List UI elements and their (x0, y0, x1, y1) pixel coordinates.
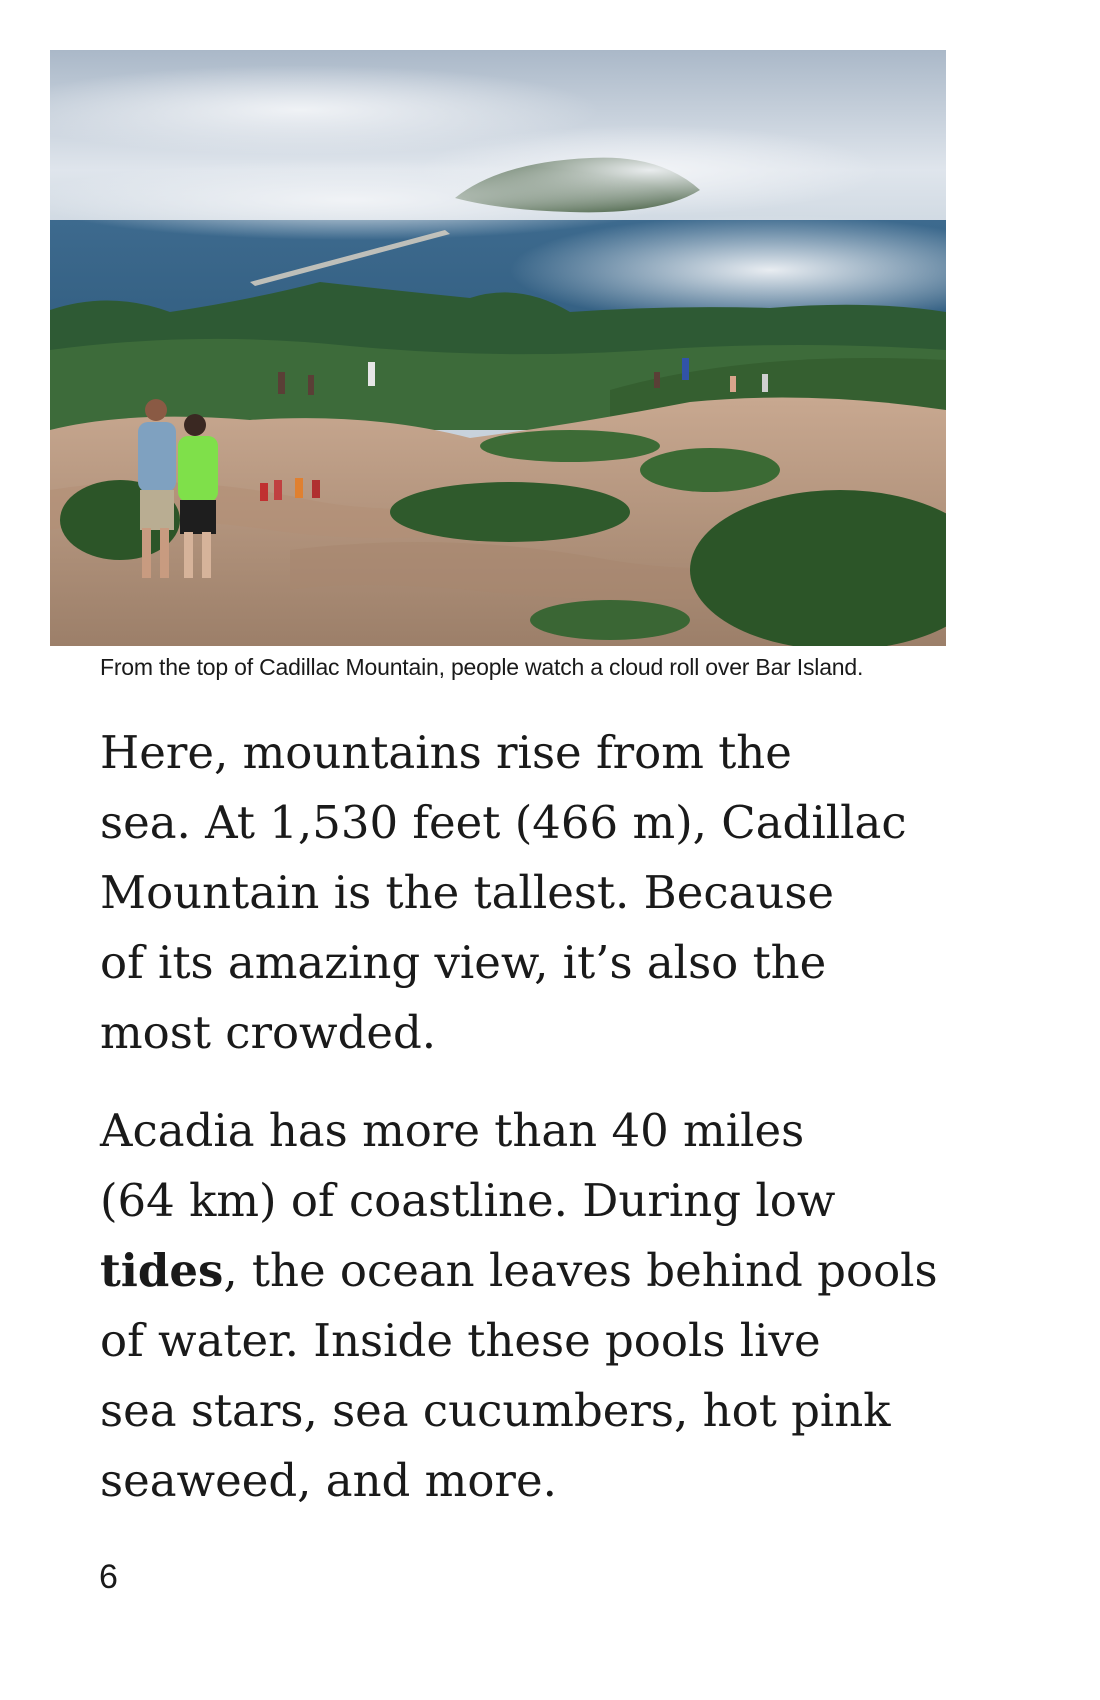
text-line: Here, mountains rise from the (100, 726, 792, 779)
text-line: of water. Inside these pools live (100, 1314, 821, 1367)
photo-caption: From the top of Cadillac Mountain, peopl… (100, 654, 864, 680)
paragraph-cadillac-mountain: Here, mountains rise from the sea. At 1,… (100, 718, 980, 1068)
text-fragment: , the ocean leaves behind pools (223, 1244, 938, 1297)
text-line: sea. At 1,530 feet (466 m), Cadillac (100, 796, 907, 849)
text-line: tides, the ocean leaves behind pools (100, 1236, 980, 1306)
text-line: Acadia has more than 40 miles (100, 1104, 805, 1157)
text-line: most crowded. (100, 1006, 437, 1059)
page-number: 6 (99, 1558, 118, 1596)
text-line: seaweed, and more. (100, 1454, 557, 1507)
text-line: sea stars, sea cucumbers, hot pink (100, 1384, 891, 1437)
text-line: Mountain is the tallest. Because (100, 866, 835, 919)
paragraph-coastline: Acadia has more than 40 miles (64 km) of… (100, 1096, 980, 1516)
text-line: of its amazing view, it’s also the (100, 936, 827, 989)
glossary-term-tides: tides (100, 1244, 224, 1297)
cadillac-mountain-photo (50, 50, 946, 646)
text-line: (64 km) of coastline. During low (100, 1174, 836, 1227)
